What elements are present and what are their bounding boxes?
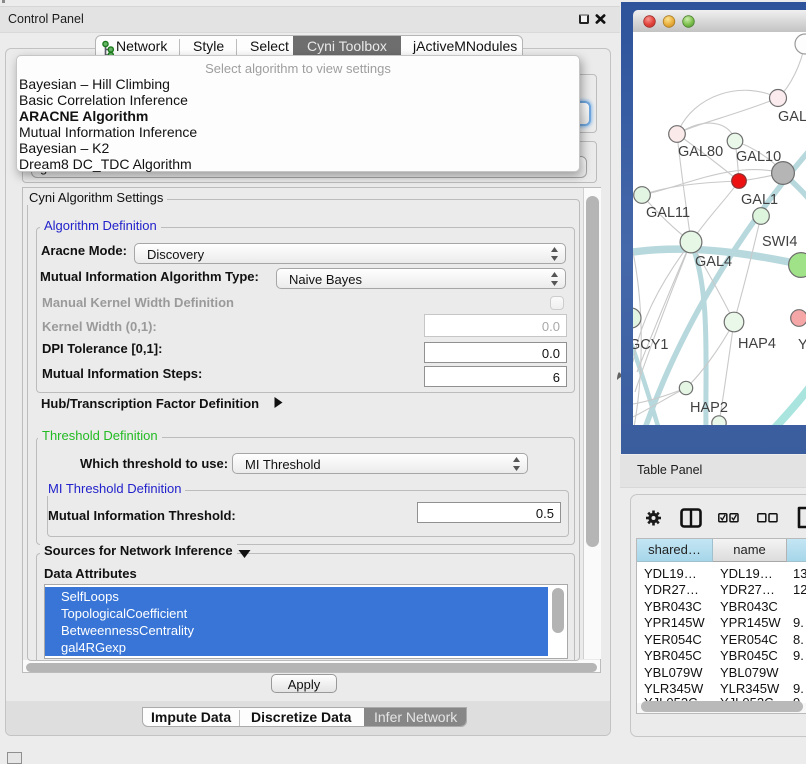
svg-text:HAP2: HAP2 — [690, 400, 728, 416]
svg-text:SWI4: SWI4 — [762, 234, 797, 250]
svg-text:GAL80: GAL80 — [678, 144, 723, 160]
svg-text:Y: Y — [798, 337, 806, 353]
svg-text:GAL1: GAL1 — [741, 192, 778, 208]
svg-text:GAL11: GAL11 — [646, 205, 690, 221]
svg-text:GAL10: GAL10 — [736, 149, 781, 165]
svg-text:GCY1: GCY1 — [633, 337, 669, 353]
svg-text:HAP4: HAP4 — [738, 336, 776, 352]
svg-text:GAL: GAL — [778, 109, 806, 125]
svg-text:GAL4: GAL4 — [695, 254, 732, 270]
